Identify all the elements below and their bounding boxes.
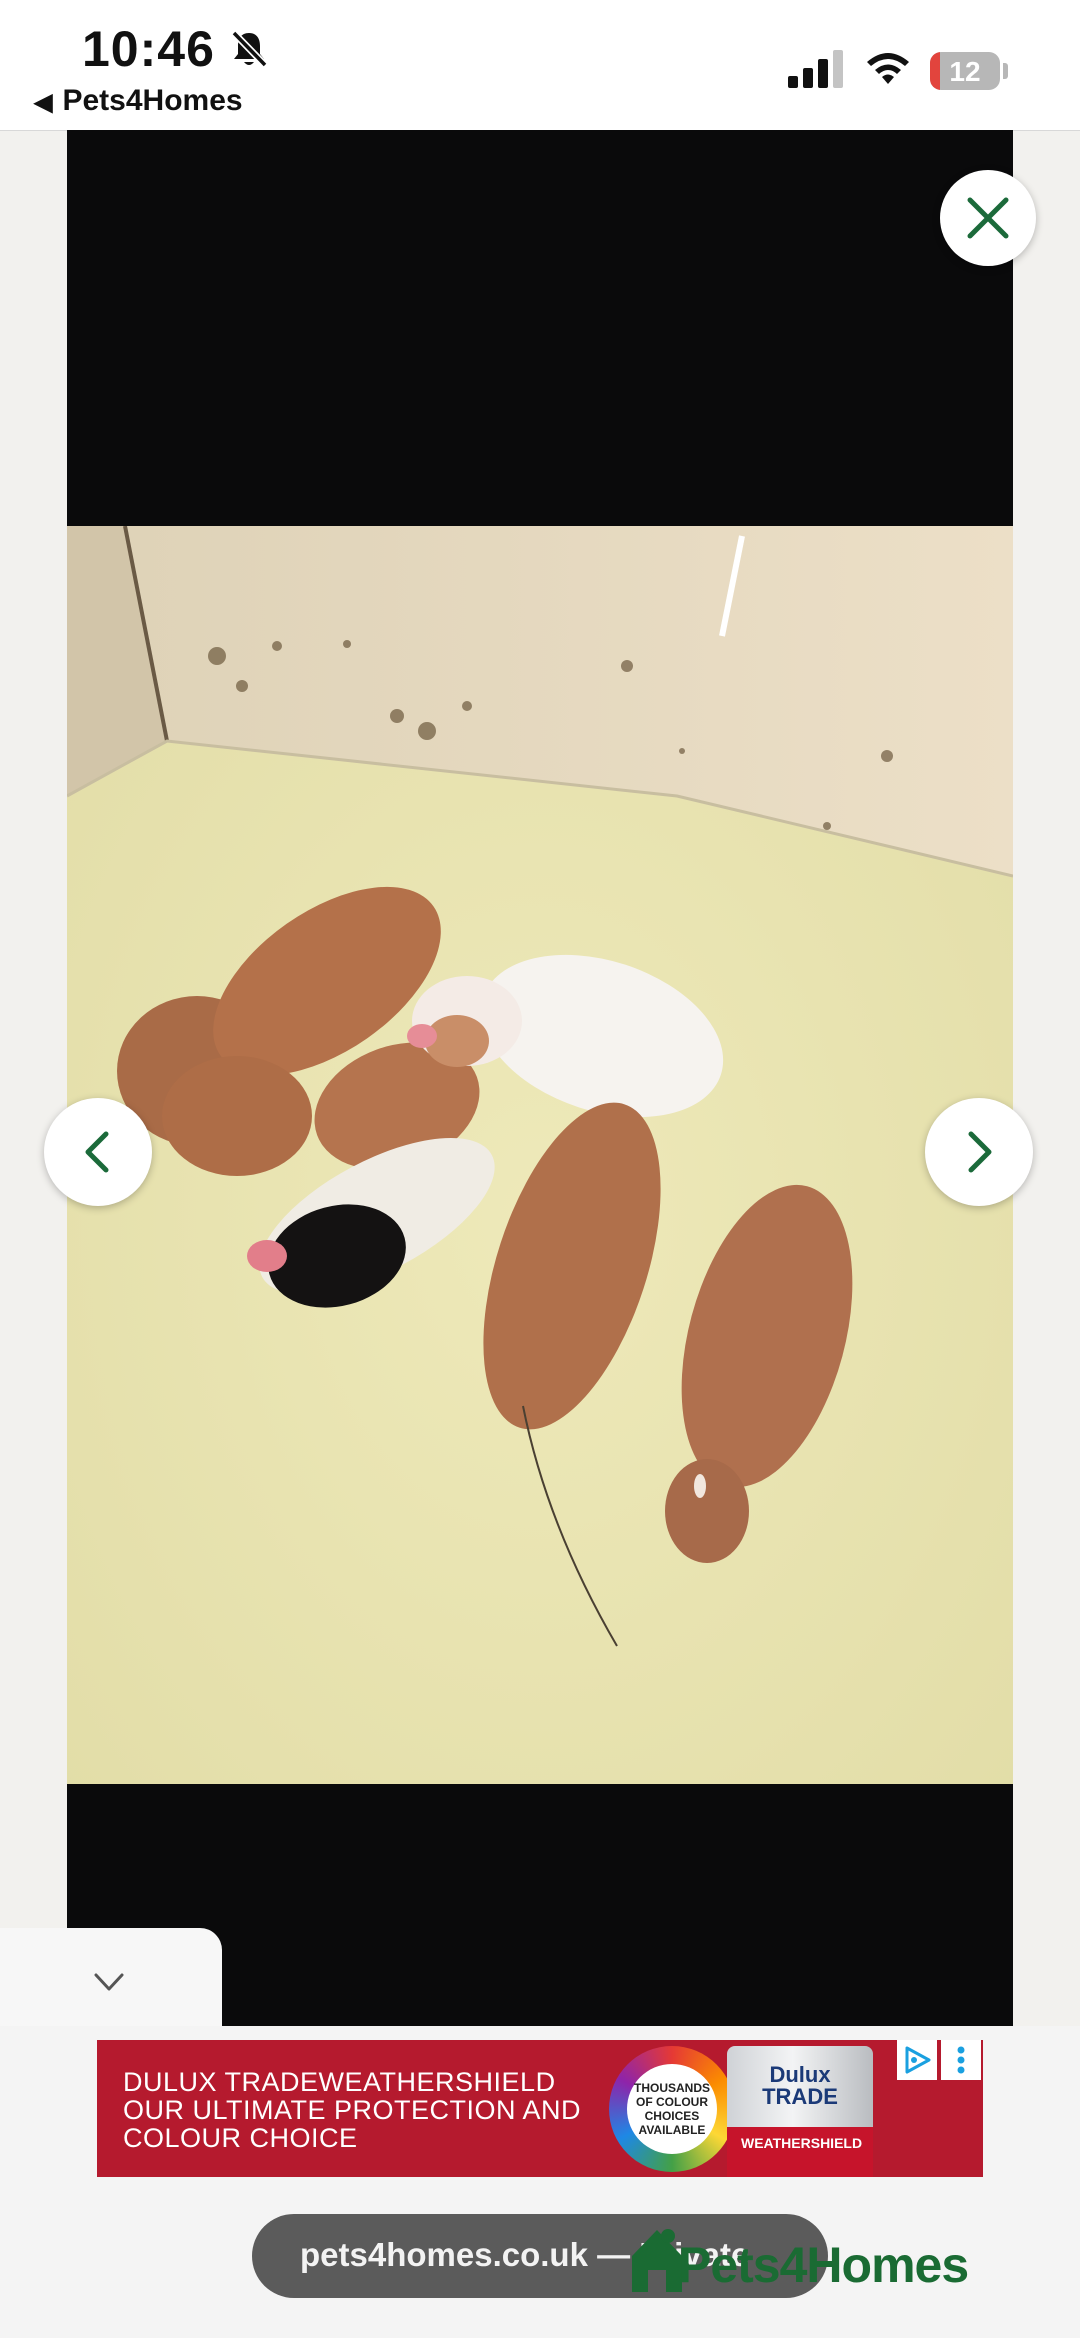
clock: 10:46 [82, 21, 215, 77]
wifi-icon [867, 53, 909, 84]
ad-line: OUR ULTIMATE PROTECTION AND [123, 2095, 582, 2125]
chevron-down-icon [94, 1973, 124, 1991]
more-vertical-icon [957, 2046, 965, 2074]
ad-banner[interactable]: DULUX TRADEWEATHERSHIELD OUR ULTIMATE PR… [97, 2040, 983, 2177]
close-button[interactable] [940, 170, 1036, 266]
back-app-label: Pets4Homes [62, 84, 243, 117]
ad-badge-line: THOUSANDS [633, 2081, 710, 2095]
ad-can-band: WEATHERSHIELD [727, 2127, 873, 2177]
ad-options-button[interactable] [941, 2040, 981, 2080]
ad-paint-can: Dulux TRADE WEATHERSHIELD [727, 2046, 873, 2177]
brand-name: Pets4Homes [678, 2237, 969, 2293]
chevron-right-icon [968, 1131, 992, 1173]
battery-icon: 12 [930, 52, 1000, 90]
ad-colour-badge: THOUSANDS OF COLOUR CHOICES AVAILABLE [609, 2046, 735, 2172]
ad-badge-text: THOUSANDS OF COLOUR CHOICES AVAILABLE [627, 2064, 717, 2154]
chevron-left-icon [85, 1131, 109, 1173]
puppies-photo [67, 526, 1013, 1784]
collapse-ad-button[interactable] [0, 1928, 222, 2038]
battery-tip [1003, 63, 1008, 79]
ad-line: COLOUR CHOICE [123, 2123, 358, 2153]
previous-image-button[interactable] [44, 1098, 152, 1206]
next-image-button[interactable] [925, 1098, 1033, 1206]
ad-badge-line: AVAILABLE [638, 2123, 706, 2137]
ad-badge-line: CHOICES [644, 2109, 700, 2123]
ad-can-brand: Dulux TRADE [762, 2062, 838, 2109]
battery-level: 12 [949, 56, 981, 87]
bell-slash-icon [231, 30, 268, 68]
adchoices-icon [905, 2046, 931, 2074]
ad-copy: DULUX TRADEWEATHERSHIELD OUR ULTIMATE PR… [123, 2068, 581, 2152]
cellular-signal-icon [788, 50, 843, 88]
ad-line: DULUX TRADEWEATHERSHIELD [123, 2067, 556, 2097]
ad-badge-line: OF COLOUR [635, 2095, 708, 2109]
close-icon [967, 197, 1009, 239]
back-to-app-button[interactable]: ◀ Pets4Homes [34, 84, 243, 118]
back-triangle-icon: ◀ [34, 89, 53, 116]
status-bar: 10:46 ◀ Pets4Homes 12 [0, 0, 1080, 131]
ad-choices-button[interactable] [897, 2040, 937, 2080]
